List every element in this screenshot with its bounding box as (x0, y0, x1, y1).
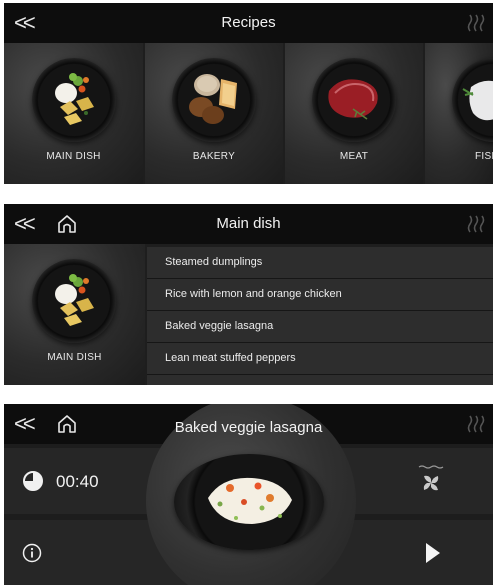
category-label: FISH (475, 151, 493, 162)
category-tile-fish[interactable]: FISH (425, 43, 493, 184)
recipe-list-item-partial[interactable] (147, 375, 493, 385)
page-title: Recipes (221, 14, 276, 31)
recipe-list-item[interactable]: Lean meat stuffed peppers (147, 343, 493, 375)
category-tile-main-dish[interactable]: MAIN DISH (4, 43, 143, 184)
category-panel: MAIN DISH (4, 244, 145, 385)
main-dish-screen: << Main dish MAIN DISH Steamed dumplings… (4, 204, 493, 385)
top-bar: << Main dish (4, 204, 493, 244)
info-icon[interactable] (22, 543, 42, 563)
recipes-screen: << Recipes MAIN DISH BAKERY MEAT FIS (4, 3, 493, 184)
fan-icon[interactable] (416, 464, 446, 494)
lasagna-food (208, 477, 292, 524)
play-icon[interactable] (424, 541, 442, 565)
page-title: Main dish (216, 215, 281, 232)
main-dish-food (55, 73, 94, 125)
category-label: MAIN DISH (46, 151, 101, 162)
bakery-food (189, 74, 237, 124)
page-title: Baked veggie lasagna (174, 419, 323, 436)
recipe-detail-screen: << 00:40 Baked veggie lasagna (4, 404, 493, 585)
category-tile-bakery[interactable]: BAKERY (145, 43, 283, 184)
timer-icon (23, 471, 43, 491)
meat-food (328, 79, 378, 120)
recipe-list-item[interactable]: Rice with lemon and orange chicken (147, 279, 493, 311)
fish-food (462, 80, 493, 121)
recipe-list-item[interactable]: Steamed dumplings (147, 247, 493, 279)
category-label: MAIN DISH (47, 352, 102, 363)
cooking-time: 00:40 (56, 472, 99, 491)
top-bar: << Recipes (4, 3, 493, 43)
main-dish-food (55, 274, 94, 326)
recipe-list-item[interactable]: Baked veggie lasagna (147, 311, 493, 343)
category-tile-meat[interactable]: MEAT (285, 43, 423, 184)
heating-icon (467, 215, 485, 233)
category-label: MEAT (339, 151, 369, 162)
category-label: BAKERY (192, 151, 236, 162)
heating-icon (467, 14, 485, 32)
